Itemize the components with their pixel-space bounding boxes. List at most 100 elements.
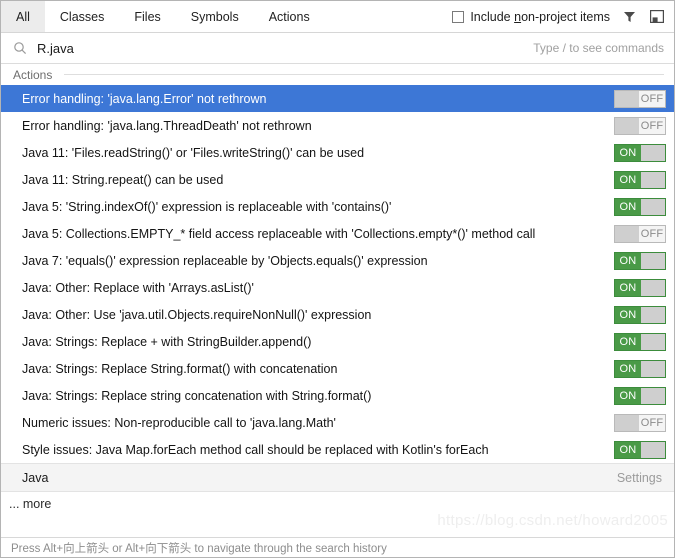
tab-files[interactable]: Files	[119, 1, 175, 32]
inspection-toggle[interactable]: ON	[614, 143, 666, 162]
toggle-state-label: ON	[615, 171, 641, 188]
result-row[interactable]: Java: Strings: Replace string concatenat…	[1, 382, 674, 409]
toggle-knob	[641, 252, 665, 269]
tab-symbols-label: Symbols	[190, 9, 239, 24]
tab-all-label: All	[16, 9, 30, 24]
toggle-knob	[641, 198, 665, 215]
result-row-label: Java 5: 'String.indexOf()' expression is…	[22, 199, 392, 214]
settings-footer-row[interactable]: Java Settings	[1, 463, 674, 492]
toggle-state-label: OFF	[639, 414, 665, 431]
result-row-label: Java: Other: Replace with 'Arrays.asList…	[22, 280, 254, 295]
result-row-label: Error handling: 'java.lang.ThreadDeath' …	[22, 118, 312, 133]
include-non-project-items-checkbox[interactable]: Include non-project items	[452, 10, 610, 24]
toggle-state-label: OFF	[639, 90, 665, 107]
result-row-label: Style issues: Java Map.forEach method ca…	[22, 442, 489, 457]
result-row-label: Java 7: 'equals()' expression replaceabl…	[22, 253, 428, 268]
inspection-toggle[interactable]: OFF	[614, 224, 666, 243]
result-row[interactable]: Java: Strings: Replace + with StringBuil…	[1, 328, 674, 355]
result-row[interactable]: Error handling: 'java.lang.Error' not re…	[1, 85, 674, 112]
inspection-toggle[interactable]: ON	[614, 359, 666, 378]
inspection-toggle[interactable]: ON	[614, 251, 666, 270]
toggle-state-label: ON	[615, 198, 641, 215]
toggle-state-label: OFF	[639, 225, 665, 242]
result-row-label: Java: Strings: Replace + with StringBuil…	[22, 334, 312, 349]
result-row[interactable]: Numeric issues: Non-reproducible call to…	[1, 409, 674, 436]
toggle-knob	[641, 171, 665, 188]
result-row[interactable]: Style issues: Java Map.forEach method ca…	[1, 436, 674, 463]
result-row[interactable]: Java: Other: Replace with 'Arrays.asList…	[1, 274, 674, 301]
result-row-label: Java 5: Collections.EMPTY_* field access…	[22, 226, 536, 241]
settings-category-label: Java	[22, 470, 49, 485]
tab-bar-right-controls: Include non-project items	[452, 1, 674, 32]
result-row-label: Numeric issues: Non-reproducible call to…	[22, 415, 336, 430]
search-input[interactable]: R.java	[37, 41, 533, 56]
toggle-knob	[641, 144, 665, 161]
status-bar-text: Press Alt+向上箭头 or Alt+向下箭头 to navigate t…	[11, 542, 387, 555]
toggle-state-label: ON	[615, 360, 641, 377]
result-row[interactable]: Java 5: Collections.EMPTY_* field access…	[1, 220, 674, 247]
toggle-knob	[615, 414, 639, 431]
result-row-label: Java 11: String.repeat() can be used	[22, 172, 224, 187]
toggle-state-label: ON	[615, 387, 641, 404]
inspection-toggle[interactable]: ON	[614, 170, 666, 189]
toggle-state-label: ON	[615, 333, 641, 350]
toggle-state-label: ON	[615, 441, 641, 458]
toggle-knob	[641, 333, 665, 350]
result-row-label: Java: Strings: Replace string concatenat…	[22, 388, 372, 403]
checkbox-box-icon[interactable]	[452, 10, 465, 23]
inspection-toggle[interactable]: OFF	[614, 89, 666, 108]
result-row[interactable]: Error handling: 'java.lang.ThreadDeath' …	[1, 112, 674, 139]
inspection-toggle[interactable]: ON	[614, 305, 666, 324]
result-row[interactable]: Java: Other: Use 'java.util.Objects.requ…	[1, 301, 674, 328]
inspection-toggle[interactable]: ON	[614, 197, 666, 216]
inspection-toggle[interactable]: ON	[614, 440, 666, 459]
tab-files-label: Files	[134, 9, 161, 24]
status-bar: Press Alt+向上箭头 or Alt+向下箭头 to navigate t…	[1, 537, 674, 557]
toggle-state-label: ON	[615, 306, 641, 323]
toggle-knob	[615, 90, 639, 107]
tab-classes-label: Classes	[59, 9, 105, 24]
search-icon	[13, 41, 27, 55]
search-commands-hint: Type / to see commands	[533, 41, 664, 55]
result-row[interactable]: Java 5: 'String.indexOf()' expression is…	[1, 193, 674, 220]
toggle-panel-icon[interactable]	[648, 8, 666, 26]
tab-classes[interactable]: Classes	[45, 1, 119, 32]
more-results-link[interactable]: ... more	[1, 492, 674, 516]
search-field-row[interactable]: R.java Type / to see commands	[1, 33, 674, 64]
result-row[interactable]: Java 11: String.repeat() can be used ON	[1, 166, 674, 193]
result-row[interactable]: Java 7: 'equals()' expression replaceabl…	[1, 247, 674, 274]
result-row[interactable]: Java: Strings: Replace String.format() w…	[1, 355, 674, 382]
inspection-toggle[interactable]: ON	[614, 332, 666, 351]
include-non-project-items-label: Include non-project items	[470, 9, 610, 24]
group-header-label: Actions	[13, 67, 53, 82]
filter-funnel-icon[interactable]	[620, 8, 638, 26]
toggle-state-label: ON	[615, 252, 641, 269]
tab-symbols[interactable]: Symbols	[176, 1, 254, 32]
more-results-label: ... more	[9, 497, 52, 511]
result-row-label: Error handling: 'java.lang.Error' not re…	[22, 91, 267, 106]
toggle-knob	[641, 306, 665, 323]
toggle-knob	[615, 117, 639, 134]
search-everywhere-dialog: All Classes Files Symbols Actions Includ…	[0, 0, 675, 558]
result-row[interactable]: Java 11: 'Files.readString()' or 'Files.…	[1, 139, 674, 166]
settings-link[interactable]: Settings	[617, 471, 662, 485]
result-row-label: Java: Other: Use 'java.util.Objects.requ…	[22, 307, 372, 322]
inspection-toggle[interactable]: ON	[614, 386, 666, 405]
toggle-knob	[641, 279, 665, 296]
toggle-knob	[615, 225, 639, 242]
tab-bar: All Classes Files Symbols Actions Includ…	[1, 1, 674, 33]
inspection-toggle[interactable]: OFF	[614, 116, 666, 135]
inspection-toggle[interactable]: ON	[614, 278, 666, 297]
tab-all[interactable]: All	[1, 1, 45, 32]
toggle-state-label: ON	[615, 144, 641, 161]
group-header-actions: Actions	[1, 64, 674, 85]
results-list[interactable]: Error handling: 'java.lang.Error' not re…	[1, 85, 674, 463]
toggle-knob	[641, 387, 665, 404]
inspection-toggle[interactable]: OFF	[614, 413, 666, 432]
tab-actions-label: Actions	[268, 9, 310, 24]
result-row-label: Java 11: 'Files.readString()' or 'Files.…	[22, 145, 365, 160]
toggle-knob	[641, 360, 665, 377]
tab-actions[interactable]: Actions	[254, 1, 325, 32]
toggle-state-label: OFF	[639, 117, 665, 134]
toggle-state-label: ON	[615, 279, 641, 296]
